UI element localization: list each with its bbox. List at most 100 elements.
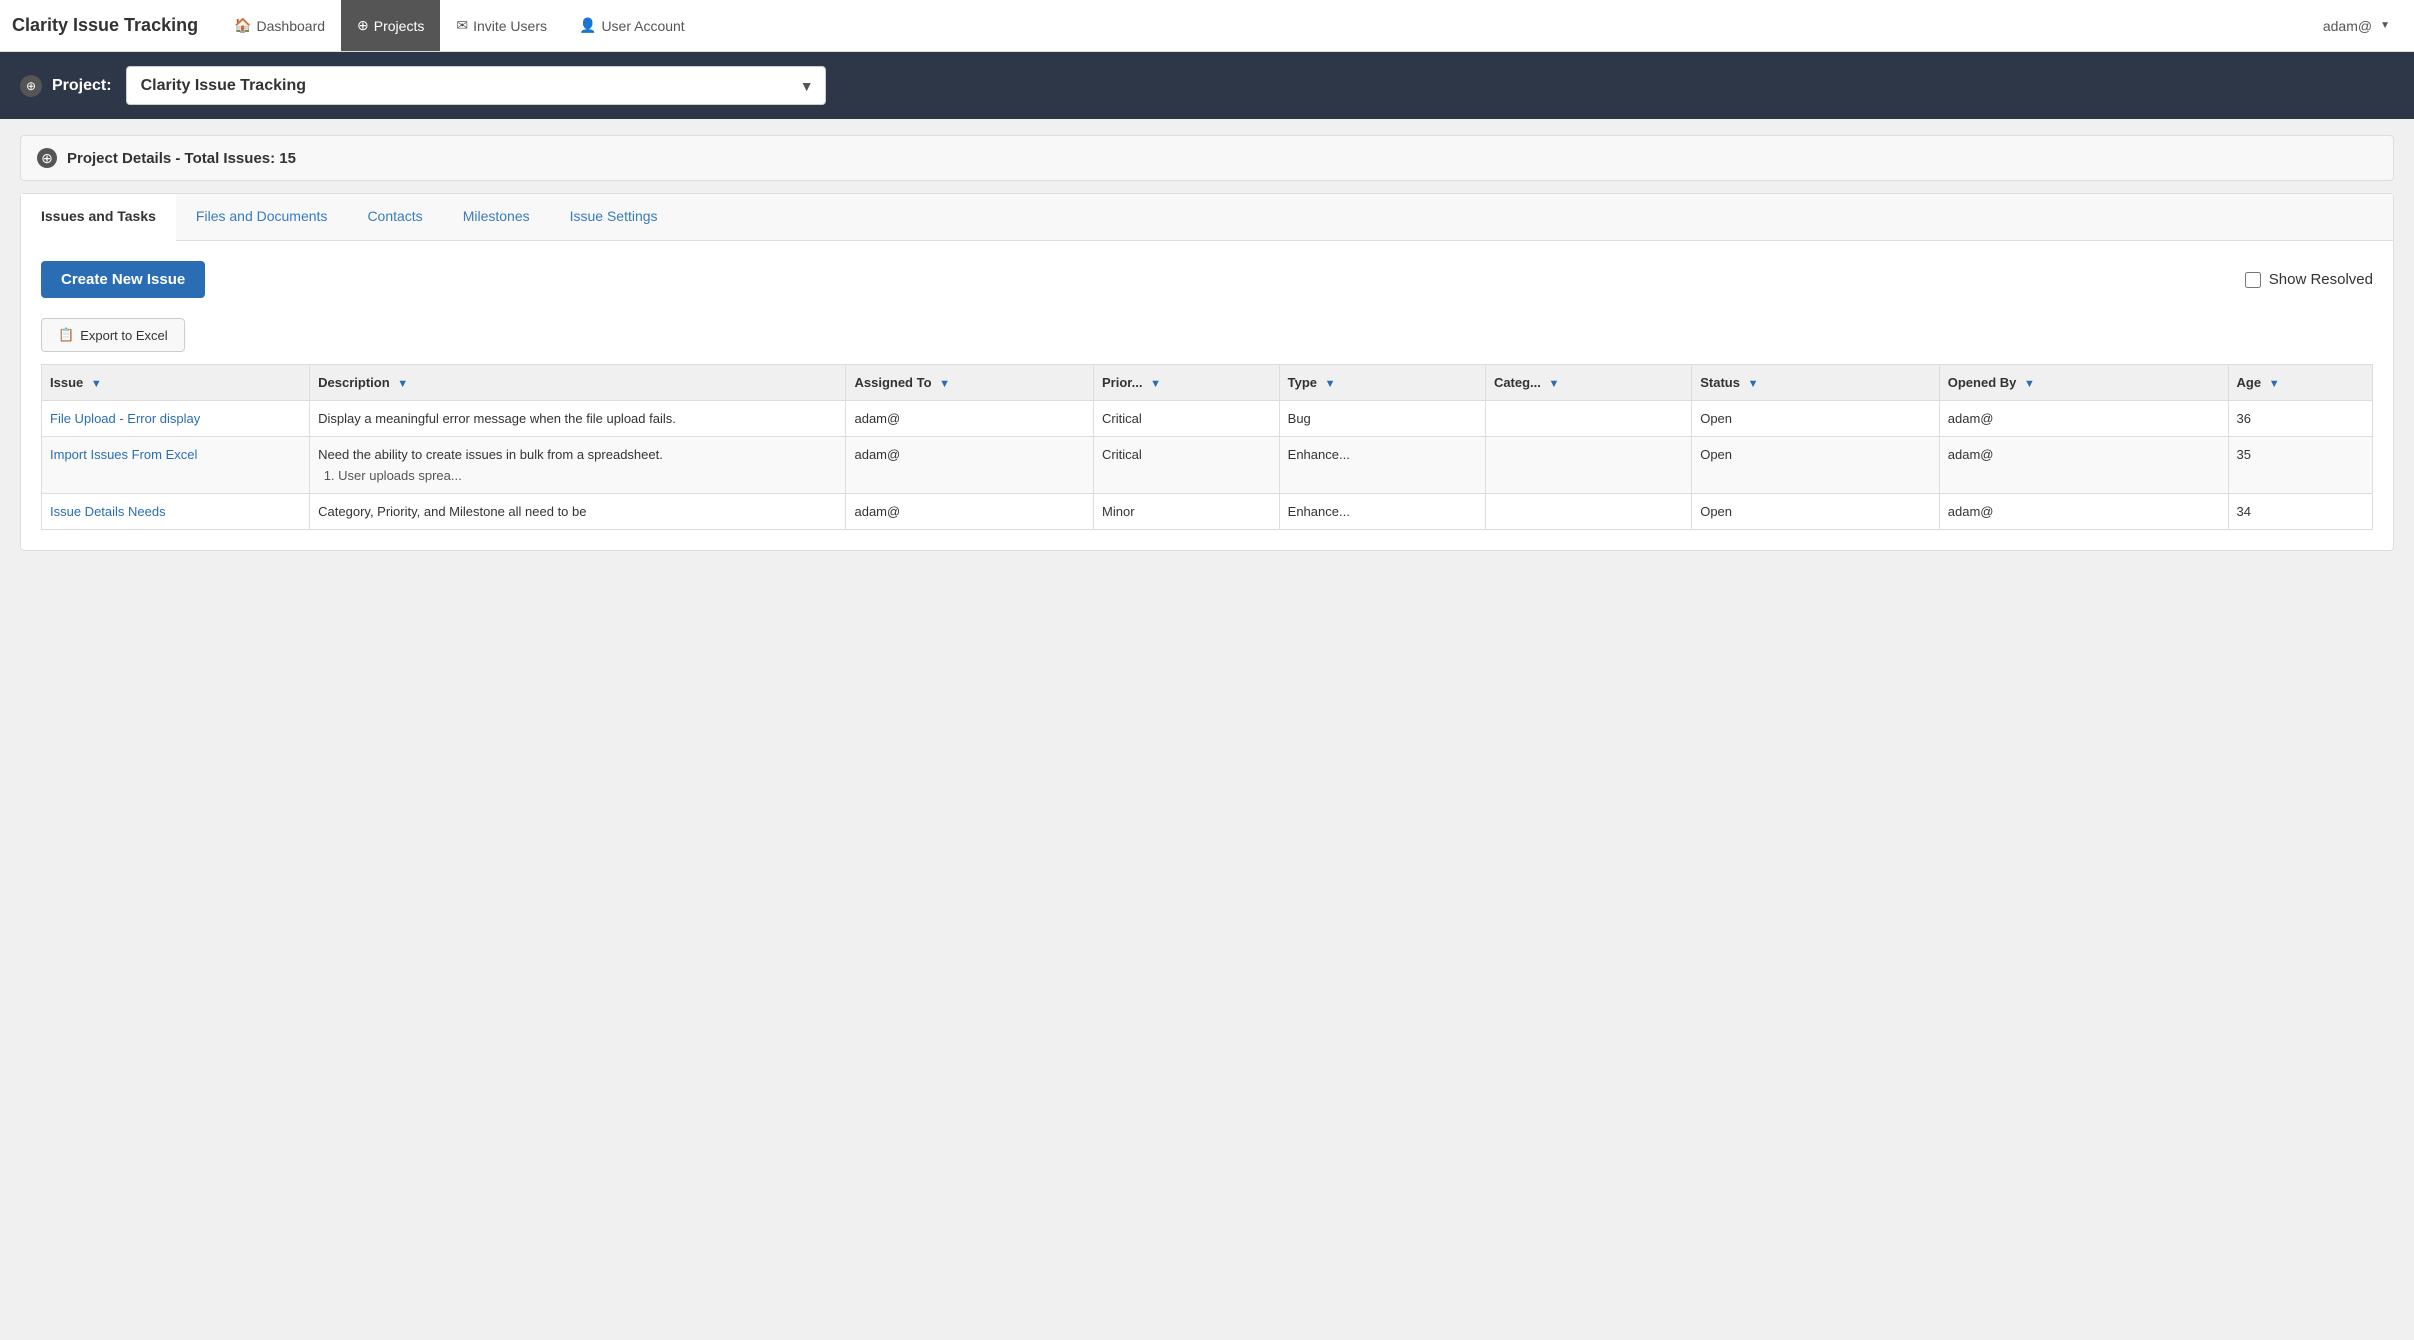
filter-category-icon[interactable]: ▼ <box>1549 378 1560 390</box>
th-assigned-to[interactable]: Assigned To ▼ <box>846 365 1094 401</box>
project-details-title: Project Details - Total Issues: 15 <box>67 150 296 167</box>
home-icon: 🏠 <box>234 17 251 34</box>
project-select[interactable]: Clarity Issue Tracking <box>126 66 826 105</box>
issue-age: 34 <box>2228 494 2372 530</box>
filter-status-icon[interactable]: ▼ <box>1748 378 1759 390</box>
nav-user-account[interactable]: 👤 User Account <box>563 0 701 51</box>
user-email: adam@ <box>2323 18 2372 34</box>
tab-contacts[interactable]: Contacts <box>347 194 442 240</box>
app-title: Clarity Issue Tracking <box>12 15 198 36</box>
th-priority[interactable]: Prior... ▼ <box>1094 365 1280 401</box>
nav-projects[interactable]: ⊕ Projects <box>341 0 440 51</box>
filter-description-icon[interactable]: ▼ <box>397 378 408 390</box>
issue-sub-item: User uploads sprea... <box>338 468 837 483</box>
user-dropdown[interactable]: adam@ ▼ <box>2311 18 2402 34</box>
nav-projects-label: Projects <box>374 18 425 34</box>
issue-category <box>1485 401 1691 437</box>
issue-status: Open <box>1692 494 1940 530</box>
issue-age: 36 <box>2228 401 2372 437</box>
export-bar: 📋 Export to Excel <box>41 318 2373 352</box>
project-details-expand-icon: ⊕ <box>37 148 57 168</box>
nav-dashboard-label: Dashboard <box>257 18 326 34</box>
export-to-excel-button[interactable]: 📋 Export to Excel <box>41 318 185 352</box>
nav-user-account-label: User Account <box>601 18 684 34</box>
issue-category <box>1485 437 1691 494</box>
nav-items: 🏠 Dashboard ⊕ Projects ✉ Invite Users 👤 … <box>218 0 2311 51</box>
filter-priority-icon[interactable]: ▼ <box>1150 378 1161 390</box>
issue-priority: Critical <box>1094 401 1280 437</box>
tab-milestones-label: Milestones <box>463 208 530 224</box>
filter-issue-icon[interactable]: ▼ <box>91 378 102 390</box>
issue-assigned-to: adam@ <box>846 494 1094 530</box>
issue-assigned-to: adam@ <box>846 437 1094 494</box>
top-nav: Clarity Issue Tracking 🏠 Dashboard ⊕ Pro… <box>0 0 2414 52</box>
tab-contacts-label: Contacts <box>367 208 422 224</box>
issue-link[interactable]: Issue Details Needs <box>50 504 166 519</box>
table-row: Import Issues From Excel Need the ability… <box>42 437 2373 494</box>
create-new-issue-button[interactable]: Create New Issue <box>41 261 205 298</box>
action-bar: Create New Issue Show Resolved <box>41 261 2373 298</box>
nav-invite-users[interactable]: ✉ Invite Users <box>440 0 563 51</box>
tab-issue-settings-label: Issue Settings <box>570 208 658 224</box>
issue-description: Display a meaningful error message when … <box>310 401 846 437</box>
export-label: Export to Excel <box>80 328 167 343</box>
issue-description: Category, Priority, and Milestone all ne… <box>310 494 846 530</box>
th-status[interactable]: Status ▼ <box>1692 365 1940 401</box>
th-issue[interactable]: Issue ▼ <box>42 365 310 401</box>
issue-priority: Minor <box>1094 494 1280 530</box>
issue-description: Need the ability to create issues in bul… <box>310 437 846 494</box>
th-type[interactable]: Type ▼ <box>1279 365 1485 401</box>
issue-status: Open <box>1692 401 1940 437</box>
invite-icon: ✉ <box>456 17 468 34</box>
issue-priority: Critical <box>1094 437 1280 494</box>
main-content: ⊕ Project Details - Total Issues: 15 Iss… <box>0 119 2414 567</box>
th-age[interactable]: Age ▼ <box>2228 365 2372 401</box>
project-expand-circle[interactable]: ⊕ <box>20 75 42 97</box>
table-row: Issue Details Needs Category, Priority, a… <box>42 494 2373 530</box>
tab-content: Create New Issue Show Resolved 📋 Export … <box>21 241 2393 550</box>
th-opened-by[interactable]: Opened By ▼ <box>1939 365 2228 401</box>
issue-type: Bug <box>1279 401 1485 437</box>
show-resolved-text: Show Resolved <box>2269 271 2373 288</box>
project-details-header[interactable]: ⊕ Project Details - Total Issues: 15 <box>20 135 2394 181</box>
issue-opened-by: adam@ <box>1939 437 2228 494</box>
show-resolved-checkbox[interactable] <box>2245 272 2261 288</box>
filter-assigned-icon[interactable]: ▼ <box>939 378 950 390</box>
issue-age: 35 <box>2228 437 2372 494</box>
project-bar: ⊕ Project: Clarity Issue Tracking ▼ <box>0 52 2414 119</box>
filter-openedby-icon[interactable]: ▼ <box>2024 378 2035 390</box>
table-header-row: Issue ▼ Description ▼ Assigned To ▼ <box>42 365 2373 401</box>
issue-status: Open <box>1692 437 1940 494</box>
tab-issues-label: Issues and Tasks <box>41 208 156 224</box>
th-category[interactable]: Categ... ▼ <box>1485 365 1691 401</box>
th-description[interactable]: Description ▼ <box>310 365 846 401</box>
issue-opened-by: adam@ <box>1939 494 2228 530</box>
filter-type-icon[interactable]: ▼ <box>1325 378 1336 390</box>
issue-type: Enhance... <box>1279 437 1485 494</box>
tabs-panel: Issues and Tasks Files and Documents Con… <box>20 193 2394 551</box>
issues-table: Issue ▼ Description ▼ Assigned To ▼ <box>41 364 2373 530</box>
show-resolved-label[interactable]: Show Resolved <box>2245 271 2373 288</box>
nav-invite-label: Invite Users <box>473 18 547 34</box>
dropdown-arrow: ▼ <box>2380 20 2390 31</box>
nav-dashboard[interactable]: 🏠 Dashboard <box>218 0 341 51</box>
projects-icon: ⊕ <box>357 17 369 34</box>
issue-link[interactable]: Import Issues From Excel <box>50 447 197 462</box>
issue-assigned-to: adam@ <box>846 401 1094 437</box>
tab-milestones[interactable]: Milestones <box>443 194 550 240</box>
issue-link[interactable]: File Upload - Error display <box>50 411 200 426</box>
filter-age-icon[interactable]: ▼ <box>2269 378 2280 390</box>
table-row: File Upload - Error display Display a mea… <box>42 401 2373 437</box>
tab-issues-and-tasks[interactable]: Issues and Tasks <box>21 194 176 241</box>
project-select-wrapper: Clarity Issue Tracking ▼ <box>126 66 826 105</box>
export-icon: 📋 <box>58 327 74 343</box>
issue-category <box>1485 494 1691 530</box>
project-label: Project: <box>52 77 112 95</box>
user-account-icon: 👤 <box>579 17 596 34</box>
issues-table-wrapper: Issue ▼ Description ▼ Assigned To ▼ <box>41 364 2373 530</box>
tab-files-and-documents[interactable]: Files and Documents <box>176 194 348 240</box>
tabs-header: Issues and Tasks Files and Documents Con… <box>21 194 2393 241</box>
tab-files-label: Files and Documents <box>196 208 328 224</box>
tab-issue-settings[interactable]: Issue Settings <box>550 194 678 240</box>
issue-opened-by: adam@ <box>1939 401 2228 437</box>
